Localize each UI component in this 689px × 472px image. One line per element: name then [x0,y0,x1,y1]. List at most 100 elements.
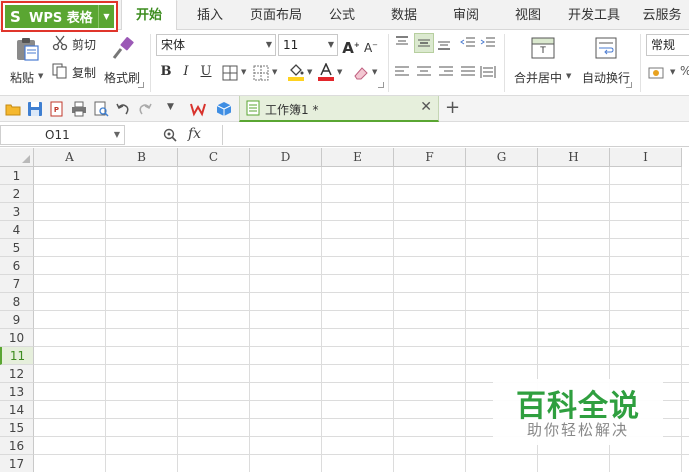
font-name-select[interactable]: 宋体 ▼ [156,34,276,56]
copy-button[interactable]: 复制 [52,62,102,82]
row-header[interactable]: 3 [0,203,34,221]
merge-center-button[interactable]: T 合并居中 ▼ [510,34,576,92]
clipboard-dialog-launcher[interactable] [138,82,144,88]
select-all-button[interactable] [0,148,34,167]
menu-bar: S WPS 表格 ▼ 开始 插入 页面布局 公式 数据 审阅 视图 开发工具 云… [0,0,689,32]
number-format-select[interactable]: 常规 [646,34,689,56]
formula-bar: O11 ▼ fx [0,123,689,147]
tab-insert[interactable]: 插入 [186,0,234,30]
row-header[interactable]: 13 [0,383,34,401]
alignment-dialog-launcher[interactable] [626,82,632,88]
column-header[interactable]: I [610,148,682,167]
column-header[interactable]: B [106,148,178,167]
tab-formulas[interactable]: 公式 [318,0,366,30]
row-header[interactable]: 4 [0,221,34,239]
tab-view[interactable]: 视图 [504,0,552,30]
customize-qat-icon[interactable]: ▼ [167,102,174,112]
name-box[interactable]: O11 ▼ [0,125,125,145]
cube-icon[interactable] [216,101,232,117]
borders-button[interactable]: ▼ [222,64,250,82]
row-header[interactable]: 7 [0,275,34,293]
wps-w-logo-icon[interactable] [190,101,206,117]
currency-format-button[interactable]: ▼ % [648,64,689,82]
decrease-indent-icon[interactable] [460,35,476,51]
wrap-text-icon [595,37,617,59]
align-center-icon[interactable] [416,64,432,80]
row-header[interactable]: 12 [0,365,34,383]
row-header[interactable]: 17 [0,455,34,472]
column-header[interactable]: G [466,148,538,167]
tab-developer[interactable]: 开发工具 [562,0,626,30]
font-size-select[interactable]: 11 ▼ [278,34,338,56]
tab-data[interactable]: 数据 [380,0,428,30]
align-top-icon[interactable] [394,35,410,51]
bold-button[interactable]: B [157,63,175,81]
tab-cloud[interactable]: 云服务 [636,0,688,30]
align-left-icon[interactable] [394,64,410,80]
row-header[interactable]: 1 [0,167,34,185]
undo-icon[interactable] [115,101,131,117]
chevron-down-icon[interactable]: ▼ [114,126,120,144]
clear-format-button[interactable]: ▼ [353,64,381,82]
chevron-down-icon: ▼ [272,68,278,76]
ribbon-separator [504,34,505,92]
row-header[interactable]: 8 [0,293,34,311]
export-pdf-icon[interactable]: P [49,101,65,117]
save-icon[interactable] [27,101,43,117]
row-header[interactable]: 2 [0,185,34,203]
app-menu-button[interactable]: S WPS 表格 ▼ [1,1,118,32]
font-color-button[interactable]: ▼ [318,63,346,83]
tab-home[interactable]: 开始 [121,0,177,31]
row-header[interactable]: 11 [0,347,34,365]
close-icon[interactable]: ✕ [420,99,432,115]
svg-text:P: P [54,106,59,114]
decrease-font-icon[interactable]: A− [362,36,380,55]
ribbon-separator [640,34,641,92]
distributed-align-icon[interactable] [480,64,496,80]
column-header[interactable]: C [178,148,250,167]
column-header[interactable]: A [34,148,106,167]
document-tab[interactable]: 工作簿1 * ✕ [239,96,439,122]
column-header[interactable]: E [322,148,394,167]
wrap-text-button[interactable]: 自动换行 [580,34,632,92]
column-header[interactable]: F [394,148,466,167]
print-preview-icon[interactable] [93,101,109,117]
column-header[interactable]: D [250,148,322,167]
redo-icon[interactable] [137,101,153,117]
chevron-down-icon[interactable]: ▼ [38,72,43,80]
paste-button[interactable]: 粘贴 ▼ [10,34,44,92]
row-header[interactable]: 6 [0,257,34,275]
tab-page-layout[interactable]: 页面布局 [244,0,308,30]
increase-font-icon[interactable]: A+ [342,36,360,57]
chevron-down-icon: ▼ [307,68,313,76]
italic-button[interactable]: I [177,63,195,81]
fill-color-button[interactable]: ▼ [288,63,316,83]
cut-button[interactable]: 剪切 [52,34,102,54]
insert-function-button[interactable]: fx [188,126,201,142]
row-header[interactable]: 15 [0,419,34,437]
zoom-search-icon[interactable] [162,127,178,143]
tab-review[interactable]: 审阅 [442,0,490,30]
format-painter-button[interactable]: 格式刷 [104,34,142,92]
vertical-align-group [394,33,498,53]
new-tab-icon[interactable]: + [445,97,460,118]
underline-button[interactable]: U [197,63,215,81]
row-header[interactable]: 14 [0,401,34,419]
font-dialog-launcher[interactable] [378,82,384,88]
column-header[interactable]: H [538,148,610,167]
print-icon[interactable] [71,101,87,117]
align-right-icon[interactable] [438,64,454,80]
row-header[interactable]: 5 [0,239,34,257]
row-header[interactable]: 10 [0,329,34,347]
chevron-down-icon[interactable]: ▼ [98,5,114,28]
increase-indent-icon[interactable] [480,35,496,51]
row-header[interactable]: 9 [0,311,34,329]
percent-icon[interactable]: % [680,64,689,78]
formula-input[interactable] [224,125,689,145]
cell-style-button[interactable]: ▼ [253,64,281,82]
align-bottom-icon[interactable] [436,35,452,51]
justify-icon[interactable] [460,64,476,80]
open-folder-icon[interactable] [5,101,21,117]
row-header[interactable]: 16 [0,437,34,455]
align-middle-button[interactable] [414,33,434,53]
